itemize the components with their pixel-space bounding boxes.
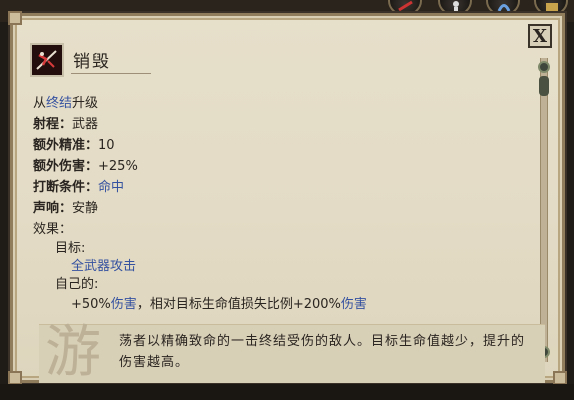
scrollbar-track[interactable]: [540, 58, 548, 362]
close-icon: X: [533, 25, 547, 47]
corner-ornament: [553, 371, 567, 385]
ability-details: 从终结升级 射程：武器 额外精准：10 额外伤害：+25% 打断条件：命中 声响…: [33, 93, 533, 315]
effects-heading: 效果：: [33, 222, 73, 237]
corner-ornament: [8, 371, 22, 385]
stat-label: 射程：: [33, 117, 73, 132]
self-label: 自己的:: [55, 277, 99, 292]
upgrade-line: 从终结升级: [33, 93, 533, 114]
description-box: 游 荡者以精确致命的一击终结受伤的敌人。目标生命值越少，提升的伤害越高。: [39, 320, 545, 385]
target-label: 目标:: [55, 241, 86, 256]
upgrade-link[interactable]: 终结: [46, 96, 72, 111]
stat-value: 武器: [72, 117, 99, 132]
stat-value-link[interactable]: 命中: [98, 180, 124, 195]
wave-icon: [497, 4, 511, 12]
upgrade-prefix: 从: [33, 96, 47, 111]
stat-range: 射程：武器: [33, 114, 533, 135]
stat-value: 10: [98, 138, 115, 153]
stat-label: 打断条件：: [33, 180, 99, 195]
stat-value: +25%: [98, 159, 138, 174]
stat-noise: 声响：安静: [33, 198, 533, 219]
target-value-link[interactable]: 全武器攻击: [33, 258, 533, 276]
stat-label: 声响：: [33, 201, 73, 216]
damage-link[interactable]: 伤害: [111, 297, 137, 312]
stat-label: 额外精准：: [33, 138, 99, 153]
title-divider: [71, 73, 151, 74]
bottom-frame: [0, 384, 574, 400]
upgrade-suffix: 升级: [72, 96, 99, 111]
stat-damage: 额外伤害：+25%: [33, 156, 533, 177]
scroll-up-knob[interactable]: [538, 61, 550, 73]
blade-icon: [398, 0, 413, 12]
stat-interrupt: 打断条件：命中: [33, 177, 533, 198]
stat-value: 安静: [72, 201, 99, 216]
ability-description: 荡者以精确致命的一击终结受伤的敌人。目标生命值越少，提升的伤害越高。: [119, 334, 526, 370]
class-watermark: 游: [45, 320, 101, 385]
self-effect: +50%伤害，相对目标生命值损失比例+200%伤害: [33, 294, 533, 315]
figure-icon: [453, 1, 459, 12]
stat-label: 额外伤害：: [33, 159, 99, 174]
damage-link[interactable]: 伤害: [341, 297, 367, 312]
chest-icon: [546, 3, 558, 11]
self-effect-text: ，相对目标生命值损失比例+200%: [136, 297, 341, 312]
stat-accuracy: 额外精准：10: [33, 135, 533, 156]
close-button[interactable]: X: [528, 24, 552, 48]
corner-ornament: [8, 11, 22, 25]
ability-slash-icon: [30, 43, 64, 77]
ability-tooltip-panel: X 销毁 从终结升级 射程：武器 额外精准：10 额外伤害：+25% 打断条件：…: [8, 11, 567, 385]
ability-title: 销毁: [73, 52, 111, 72]
self-effect-value: +50%: [71, 297, 111, 312]
scrollbar-thumb[interactable]: [539, 76, 549, 96]
